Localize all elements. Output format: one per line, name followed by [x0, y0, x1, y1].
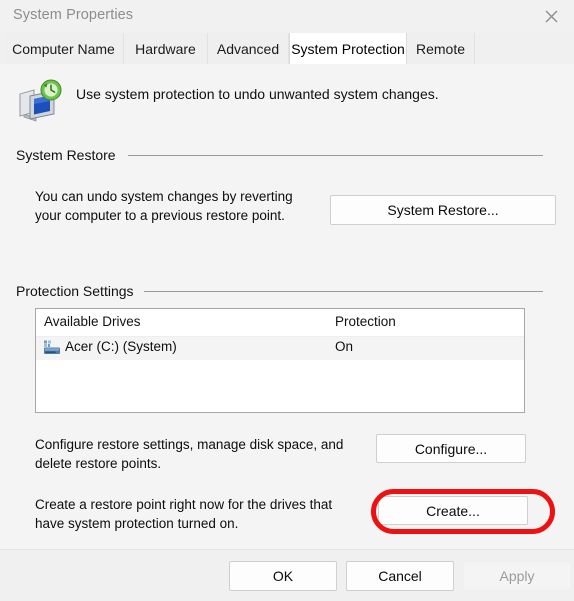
close-button[interactable]	[528, 0, 574, 32]
tab-system-protection[interactable]: System Protection	[289, 33, 407, 64]
tab-advanced[interactable]: Advanced	[208, 33, 289, 64]
system-restore-button-label: System Restore...	[387, 202, 499, 218]
tab-label: Hardware	[135, 40, 196, 57]
close-icon	[545, 10, 558, 23]
tab-label: Computer Name	[12, 40, 115, 57]
column-header-protection: Protection	[335, 314, 396, 329]
system-restore-description: You can undo system changes by reverting…	[35, 187, 335, 225]
system-properties-window: System Properties Computer Name Hardware…	[0, 0, 574, 601]
title-bar: System Properties	[0, 0, 574, 32]
column-header-available-drives: Available Drives	[44, 314, 141, 329]
drive-name: Acer (C:) (System)	[65, 339, 177, 354]
tab-label: System Protection	[291, 40, 405, 57]
create-button[interactable]: Create...	[378, 496, 528, 525]
window-title: System Properties	[13, 7, 134, 23]
tab-strip: Computer Name Hardware Advanced System P…	[0, 33, 574, 64]
system-restore-button[interactable]: System Restore...	[330, 195, 556, 225]
tab-panel-system-protection: Use system protection to undo unwanted s…	[0, 64, 574, 549]
configure-description-line2: delete restore points.	[35, 456, 162, 471]
available-drives-list[interactable]: Available Drives Protection Acer (C:) (S…	[35, 308, 525, 413]
list-header-row: Available Drives Protection	[36, 309, 524, 337]
dialog-footer: OK Cancel Apply	[0, 549, 574, 601]
tab-label: Remote	[415, 40, 466, 57]
configure-description: Configure restore settings, manage disk …	[35, 435, 375, 473]
hard-drive-icon	[43, 340, 61, 356]
create-description-line1: Create a restore point right now for the…	[35, 497, 333, 512]
group-label-protection-settings: Protection Settings	[16, 283, 134, 299]
apply-button[interactable]: Apply	[463, 561, 571, 591]
system-restore-description-line2: your computer to a previous restore poin…	[35, 208, 285, 223]
cancel-button-label: Cancel	[378, 568, 422, 584]
system-restore-description-line1: You can undo system changes by reverting	[35, 189, 293, 204]
ok-button-label: OK	[272, 568, 294, 584]
system-protection-description: Use system protection to undo unwanted s…	[76, 86, 439, 102]
ok-button[interactable]: OK	[229, 561, 337, 591]
tab-hardware[interactable]: Hardware	[124, 33, 208, 64]
drive-protection-status: On	[335, 339, 354, 354]
table-row[interactable]: Acer (C:) (System) On	[36, 337, 524, 360]
create-button-label: Create...	[426, 502, 480, 519]
group-rule-system-restore	[128, 155, 543, 156]
group-rule-protection-settings	[144, 291, 543, 292]
configure-button[interactable]: Configure...	[376, 434, 526, 463]
configure-button-label: Configure...	[414, 440, 488, 457]
cancel-button[interactable]: Cancel	[346, 561, 454, 591]
tab-computer-name[interactable]: Computer Name	[4, 33, 124, 64]
group-label-system-restore: System Restore	[16, 147, 116, 163]
tab-label: Advanced	[216, 40, 280, 57]
configure-description-line1: Configure restore settings, manage disk …	[35, 437, 344, 452]
apply-button-label: Apply	[499, 568, 535, 584]
system-protection-icon	[16, 78, 66, 126]
create-description: Create a restore point right now for the…	[35, 495, 375, 533]
create-description-line2: have system protection turned on.	[35, 516, 239, 531]
tab-remote[interactable]: Remote	[407, 33, 475, 64]
